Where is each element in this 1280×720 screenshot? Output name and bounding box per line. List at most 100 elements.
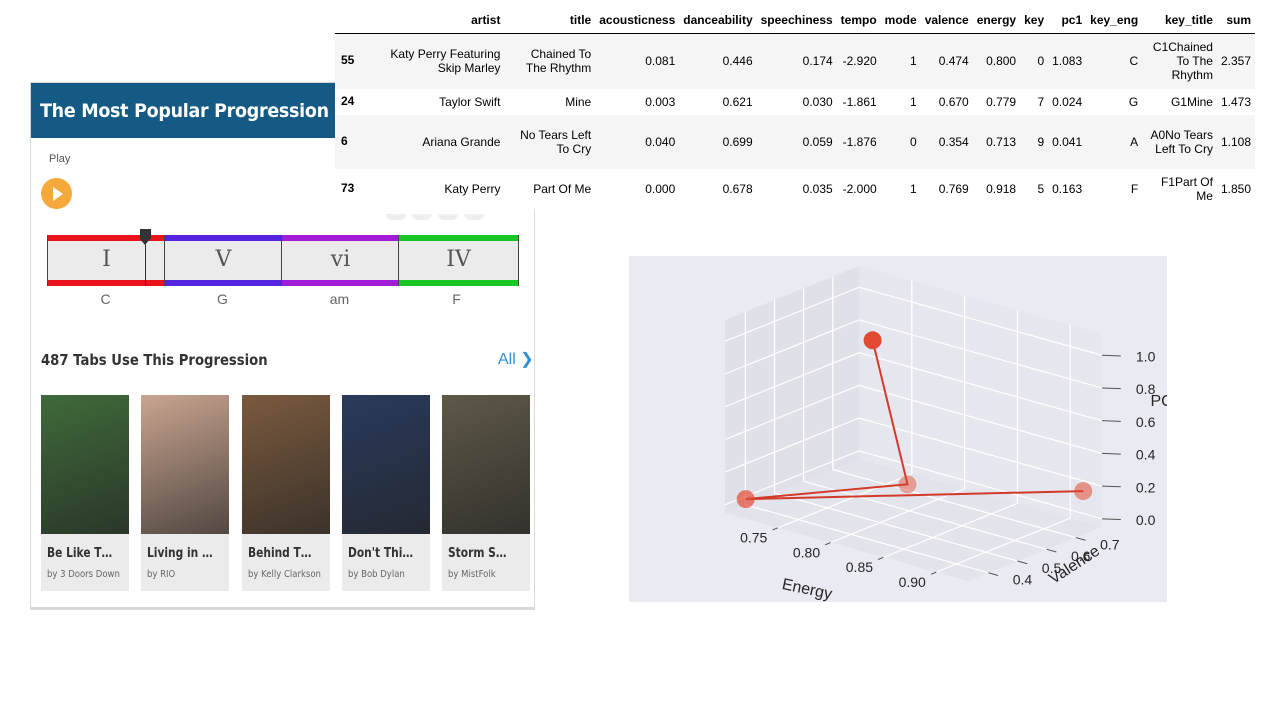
all-tabs-link[interactable]: All ❯: [498, 349, 534, 369]
play-label: Play: [49, 153, 71, 165]
table-cell: 0.003: [645, 94, 676, 109]
tab-thumbnail[interactable]: [342, 395, 430, 534]
table-cell: 0.678: [722, 182, 753, 196]
tick-mark-y: [1017, 560, 1028, 565]
column-header: acousticness: [595, 9, 680, 34]
tab-card[interactable]: Behind These Hazel Eyes by Kelly Clarkso…: [242, 395, 330, 591]
table-cell: 0.800: [986, 54, 1017, 69]
tick-mark-z: [1101, 420, 1121, 422]
tab-title[interactable]: Don't Think Twice It's All Right: [348, 546, 414, 561]
play-button[interactable]: [41, 178, 72, 209]
numeral-label: IV: [446, 247, 471, 272]
chord-label: C: [100, 291, 111, 307]
table-cell: 0.699: [722, 134, 753, 149]
playhead-marker[interactable]: [140, 229, 151, 286]
table-cell: 0.040: [645, 134, 676, 149]
table-cell: 0.081: [645, 54, 676, 69]
tab-title[interactable]: Behind These Hazel Eyes: [248, 546, 314, 561]
table-cell: G: [1128, 94, 1139, 109]
y-tick-label: 0.7: [1100, 536, 1120, 552]
numeral-label: vi: [330, 247, 351, 272]
column-header: danceability: [679, 9, 757, 34]
table-row: 73 Katy Perry Part Of Me 0.000 0.678 0.035 -2.…: [335, 169, 1255, 210]
table-cell: 0.474: [938, 54, 969, 69]
table-row: 24 Taylor Swift Mine 0.003 0.621 0.030 -1.861 1…: [335, 89, 1255, 115]
table-cell: 1: [910, 182, 917, 196]
tab-card[interactable]: Don't Think Twice It's All Right by Bob …: [342, 395, 430, 591]
tab-title[interactable]: Living in Stereo: [147, 546, 213, 561]
tick-mark-z: [1101, 485, 1121, 488]
data-point: [863, 331, 882, 350]
table-cell: 5: [1037, 182, 1045, 196]
tab-artist: by RIO: [147, 569, 176, 580]
y-tick-label: 0.4: [1013, 572, 1033, 588]
segment-vi[interactable]: vi: [282, 235, 399, 286]
axis-panes: [725, 266, 1102, 581]
tick-mark-z: [1101, 518, 1121, 521]
segment-v[interactable]: V: [165, 235, 282, 286]
table-cell: 0.035: [802, 182, 833, 196]
tick-mark-x: [772, 527, 779, 531]
table-cell: Ariana Grande: [422, 134, 501, 149]
tick-mark-z: [1101, 354, 1121, 357]
tab-card[interactable]: Storm Spirits by MistFolk: [442, 395, 530, 591]
column-header: key_eng: [1086, 9, 1143, 34]
chord-label: F: [452, 291, 461, 307]
tab-card[interactable]: Be Like That by 3 Doors Down: [41, 395, 129, 591]
table-cell: Part Of Me: [533, 182, 592, 196]
table-cell: 2.357: [1220, 54, 1251, 69]
numeral-label: I: [102, 247, 111, 272]
chord-label: G: [217, 291, 228, 307]
table-cell: 0.041: [1052, 134, 1083, 149]
table-cell: F1Part Of Me: [1160, 175, 1213, 203]
faded-controls: [386, 207, 490, 225]
z-tick-label: 0.6: [1136, 414, 1156, 430]
progression-title: The Most Popular Progression: [40, 100, 329, 122]
progression-timeline[interactable]: I V vi IV: [47, 229, 519, 286]
table-cell: 1: [910, 94, 917, 109]
column-header: artist: [370, 9, 505, 34]
table-cell: 1.473: [1220, 94, 1251, 109]
tab-artist: by Kelly Clarkson: [248, 569, 321, 580]
table-cell: Mine: [565, 94, 592, 109]
column-header: pc1: [1048, 9, 1087, 34]
z-tick-label: 0.0: [1136, 512, 1156, 528]
chart-svg: 0.750.800.850.90 0.40.50.60.70.00.20.40.6…: [724, 266, 1182, 603]
tab-thumbnail[interactable]: [41, 395, 129, 534]
x-axis-label: Energy: [780, 576, 833, 602]
table-cell: -1.876: [842, 134, 877, 149]
tick-mark-x: [877, 556, 884, 560]
tab-thumbnail[interactable]: [242, 395, 330, 534]
table-body: 55 Katy Perry Featuring Skip Marley Chaine…: [335, 33, 1255, 210]
table-cell: 1.850: [1220, 182, 1251, 196]
tick-mark-y: [1046, 548, 1057, 553]
column-header: key_title: [1142, 9, 1217, 34]
tab-card[interactable]: Living in Stereo by RIO: [141, 395, 229, 591]
chord-label: am: [329, 291, 350, 307]
table-row: 55 Katy Perry Featuring Skip Marley Chaine…: [335, 33, 1255, 89]
column-header: sum: [1216, 9, 1255, 34]
column-header: energy: [972, 9, 1021, 34]
tick-mark-x: [930, 571, 937, 575]
table-cell: 0.354: [938, 134, 969, 149]
table-cell: 0.000: [645, 182, 676, 196]
table-cell: A: [1130, 134, 1139, 149]
table-cell: 0.621: [722, 94, 753, 109]
column-header: title: [504, 9, 596, 34]
row-index: 24: [341, 93, 355, 108]
tick-mark-z: [1101, 387, 1121, 390]
data-point: [736, 490, 755, 509]
tab-title[interactable]: Be Like That: [47, 546, 113, 561]
table-cell: Chained To The Rhythm: [525, 47, 592, 76]
x-tick-label: 0.90: [899, 574, 926, 590]
table-cell: 1.083: [1052, 54, 1083, 69]
tick-mark-x: [825, 542, 831, 546]
tab-title[interactable]: Storm Spirits: [448, 546, 514, 561]
column-header: tempo: [836, 9, 881, 34]
tab-thumbnail[interactable]: [141, 395, 229, 534]
z-tick-label: 0.4: [1136, 447, 1156, 463]
column-header: valence: [920, 9, 973, 34]
tab-thumbnail[interactable]: [442, 395, 530, 534]
table-cell: 0.670: [938, 94, 969, 109]
segment-iv[interactable]: IV: [399, 235, 518, 286]
